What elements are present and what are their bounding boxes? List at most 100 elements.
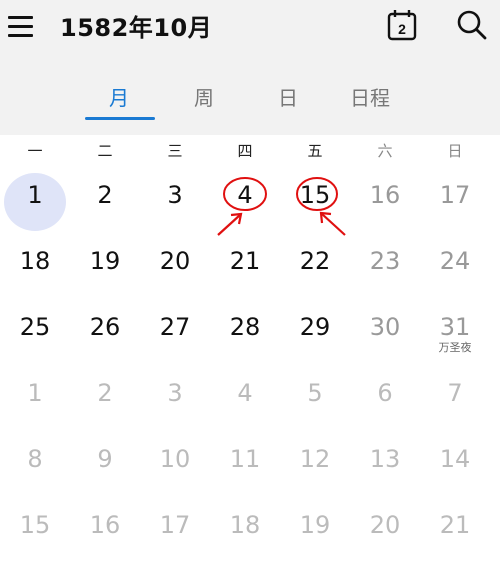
day-cell[interactable]: 19 — [280, 500, 350, 560]
day-cell[interactable]: 13 — [350, 434, 420, 494]
day-cell[interactable]: 22 — [280, 236, 350, 296]
weekday-label: 三 — [167, 142, 183, 160]
active-tab-indicator — [85, 117, 155, 120]
day-number: 23 — [369, 247, 401, 275]
day-cell[interactable]: 18 — [210, 500, 280, 560]
day-number: 17 — [159, 511, 191, 539]
tab-week[interactable]: 周 — [194, 82, 214, 111]
day-cell[interactable]: 27 — [140, 302, 210, 362]
day-cell[interactable]: 17 — [140, 500, 210, 560]
day-cell[interactable]: 19 — [70, 236, 140, 296]
day-cell[interactable]: 4 — [210, 368, 280, 428]
day-number: 22 — [299, 247, 331, 275]
day-cell[interactable]: 29 — [280, 302, 350, 362]
day-cell[interactable]: 20 — [350, 500, 420, 560]
day-cell-today[interactable]: 1 — [0, 170, 70, 230]
day-number: 1 — [27, 181, 43, 209]
day-number: 25 — [19, 313, 51, 341]
calendar-icon-day: 2 — [398, 21, 406, 37]
day-cell[interactable]: 31 万圣夜 — [420, 302, 490, 362]
day-cell[interactable]: 25 — [0, 302, 70, 362]
day-cell[interactable]: 21 — [420, 500, 490, 560]
day-cell[interactable]: 2 — [70, 368, 140, 428]
day-cell[interactable]: 15 — [0, 500, 70, 560]
day-number: 8 — [27, 445, 43, 473]
weekday-label: 一 — [27, 142, 43, 160]
day-number: 12 — [299, 445, 331, 473]
search-icon[interactable] — [456, 9, 488, 41]
view-tabs: 月 周 日 日程 — [0, 82, 500, 122]
day-number: 4 — [237, 379, 253, 407]
day-number: 19 — [299, 511, 331, 539]
day-cell[interactable]: 2 — [70, 170, 140, 230]
day-cell[interactable]: 7 — [420, 368, 490, 428]
day-cell[interactable]: 16 — [350, 170, 420, 230]
menu-icon[interactable] — [8, 16, 34, 38]
tab-day[interactable]: 日 — [278, 82, 298, 111]
weekday-label: 五 — [307, 142, 323, 160]
day-number: 31 — [439, 313, 471, 341]
day-cell[interactable]: 20 — [140, 236, 210, 296]
day-number: 2 — [97, 181, 113, 209]
day-number: 16 — [369, 181, 401, 209]
day-number: 11 — [229, 445, 261, 473]
day-cell[interactable]: 26 — [70, 302, 140, 362]
day-number: 19 — [89, 247, 121, 275]
day-number: 2 — [97, 379, 113, 407]
day-number: 6 — [377, 379, 393, 407]
tab-schedule[interactable]: 日程 — [350, 82, 390, 111]
day-number: 29 — [299, 313, 331, 341]
day-number: 5 — [307, 379, 323, 407]
day-cell[interactable]: 18 — [0, 236, 70, 296]
day-cell[interactable]: 14 — [420, 434, 490, 494]
day-number: 15 — [19, 511, 51, 539]
day-number: 20 — [369, 511, 401, 539]
weekday-label: 四 — [237, 142, 253, 160]
day-cell[interactable]: 28 — [210, 302, 280, 362]
day-cell[interactable]: 23 — [350, 236, 420, 296]
app-header: 1582年10月 2 月 周 日 日程 — [0, 0, 500, 135]
day-number: 4 — [237, 181, 253, 209]
day-cell[interactable]: 30 — [350, 302, 420, 362]
weekday-label: 二 — [97, 142, 113, 160]
day-cell[interactable]: 12 — [280, 434, 350, 494]
day-number: 14 — [439, 445, 471, 473]
day-number: 24 — [439, 247, 471, 275]
day-cell[interactable]: 3 — [140, 368, 210, 428]
day-number: 28 — [229, 313, 261, 341]
weekday-label: 六 — [377, 142, 393, 160]
day-number: 16 — [89, 511, 121, 539]
day-cell[interactable]: 17 — [420, 170, 490, 230]
day-cell[interactable]: 1 — [0, 368, 70, 428]
day-number: 1 — [27, 379, 43, 407]
calendar-today-icon[interactable]: 2 — [387, 9, 417, 41]
day-cell[interactable]: 8 — [0, 434, 70, 494]
day-number: 3 — [167, 379, 183, 407]
day-number: 27 — [159, 313, 191, 341]
day-cell[interactable]: 21 — [210, 236, 280, 296]
page-title: 1582年10月 — [60, 14, 213, 42]
day-number: 26 — [89, 313, 121, 341]
day-cell[interactable]: 11 — [210, 434, 280, 494]
day-number: 3 — [167, 181, 183, 209]
tab-month[interactable]: 月 — [109, 82, 129, 111]
day-cell[interactable]: 24 — [420, 236, 490, 296]
day-number: 17 — [439, 181, 471, 209]
day-cell[interactable]: 9 — [70, 434, 140, 494]
day-number: 18 — [229, 511, 261, 539]
day-cell[interactable]: 4 — [210, 170, 280, 230]
day-number: 10 — [159, 445, 191, 473]
day-cell[interactable]: 5 — [280, 368, 350, 428]
day-number: 15 — [299, 181, 331, 209]
day-cell[interactable]: 10 — [140, 434, 210, 494]
day-cell[interactable]: 3 — [140, 170, 210, 230]
day-number: 18 — [19, 247, 51, 275]
day-cell[interactable]: 15 — [280, 170, 350, 230]
day-cell[interactable]: 16 — [70, 500, 140, 560]
day-number: 7 — [447, 379, 463, 407]
day-number: 21 — [229, 247, 261, 275]
day-number: 9 — [97, 445, 113, 473]
day-number: 21 — [439, 511, 471, 539]
day-cell[interactable]: 6 — [350, 368, 420, 428]
holiday-label: 万圣夜 — [438, 341, 472, 354]
